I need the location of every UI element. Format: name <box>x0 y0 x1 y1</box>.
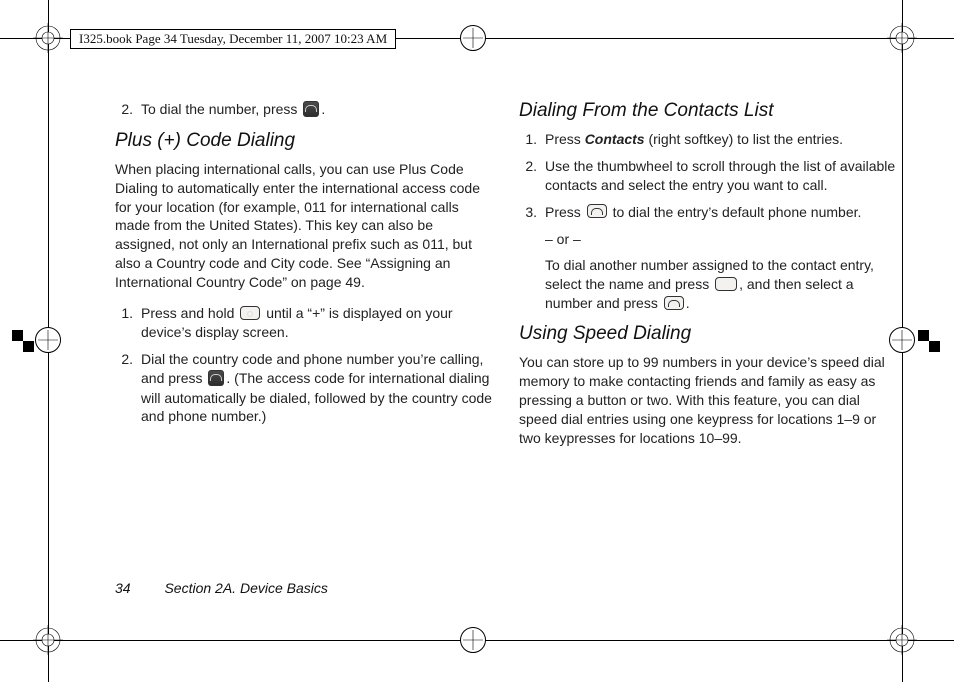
step-number: 1. <box>115 304 133 342</box>
or-separator: – or – <box>519 230 899 249</box>
step-text: Dial the country code and phone number y… <box>141 350 495 426</box>
registration-mark-top-right <box>882 18 922 58</box>
registration-circle-bottom <box>460 627 486 653</box>
registration-circle-top <box>460 25 486 51</box>
step-number: 2. <box>519 157 537 195</box>
text-fragment: to dial the entry’s default phone number… <box>613 204 862 220</box>
talk-key-icon <box>587 204 607 218</box>
text-fragment: . <box>686 295 690 311</box>
step-number: 2. <box>115 100 133 120</box>
step-number: 3. <box>519 203 537 222</box>
registration-quad-left <box>12 330 34 352</box>
page-number: 34 <box>115 580 131 596</box>
heading-speed-dialing: Using Speed Dialing <box>519 323 899 345</box>
step-text: Press to dial the entry’s default phone … <box>545 203 899 222</box>
phone-key-icon <box>208 370 224 386</box>
paragraph-speed-body: You can store up to 99 numbers in your d… <box>519 353 899 447</box>
column-right: Dialing From the Contacts List 1. Press … <box>519 100 899 572</box>
registration-circle-left <box>35 327 61 353</box>
text-fragment: To dial the number, press <box>141 101 301 117</box>
alt-instruction: To dial another number assigned to the c… <box>519 256 899 313</box>
step-number: 2. <box>115 350 133 426</box>
registration-mark-top-left <box>28 18 68 58</box>
zero-key-icon <box>240 306 260 320</box>
heading-plus-code-dialing: Plus (+) Code Dialing <box>115 130 495 152</box>
text-fragment: Press and hold <box>141 305 238 321</box>
registration-mark-bottom-left <box>28 620 68 660</box>
softkey-label: Contacts <box>585 131 645 147</box>
text-fragment: . <box>321 101 325 117</box>
step-text: Press and hold until a “+” is displayed … <box>141 304 495 342</box>
paragraph-plus-body: When placing international calls, you ca… <box>115 160 495 292</box>
step-text: To dial the number, press . <box>141 100 495 120</box>
talk-key-icon <box>664 296 684 310</box>
section-label: Section 2A. Device Basics <box>164 580 327 596</box>
registration-quad-right <box>918 330 940 352</box>
ok-key-icon <box>715 277 737 291</box>
page-content: 2. To dial the number, press . Plus (+) … <box>115 100 899 572</box>
page-footer: 34 Section 2A. Device Basics <box>115 580 328 596</box>
heading-contacts-list: Dialing From the Contacts List <box>519 100 899 122</box>
column-left: 2. To dial the number, press . Plus (+) … <box>115 100 495 572</box>
page-meta: I325.book Page 34 Tuesday, December 11, … <box>70 29 396 49</box>
phone-key-icon <box>303 101 319 117</box>
step-text: Use the thumbwheel to scroll through the… <box>545 157 899 195</box>
registration-mark-bottom-right <box>882 620 922 660</box>
step-text: Press Contacts (right softkey) to list t… <box>545 130 899 149</box>
text-fragment: Press <box>545 131 585 147</box>
step-number: 1. <box>519 130 537 149</box>
text-fragment: (right softkey) to list the entries. <box>645 131 843 147</box>
text-fragment: Press <box>545 204 585 220</box>
